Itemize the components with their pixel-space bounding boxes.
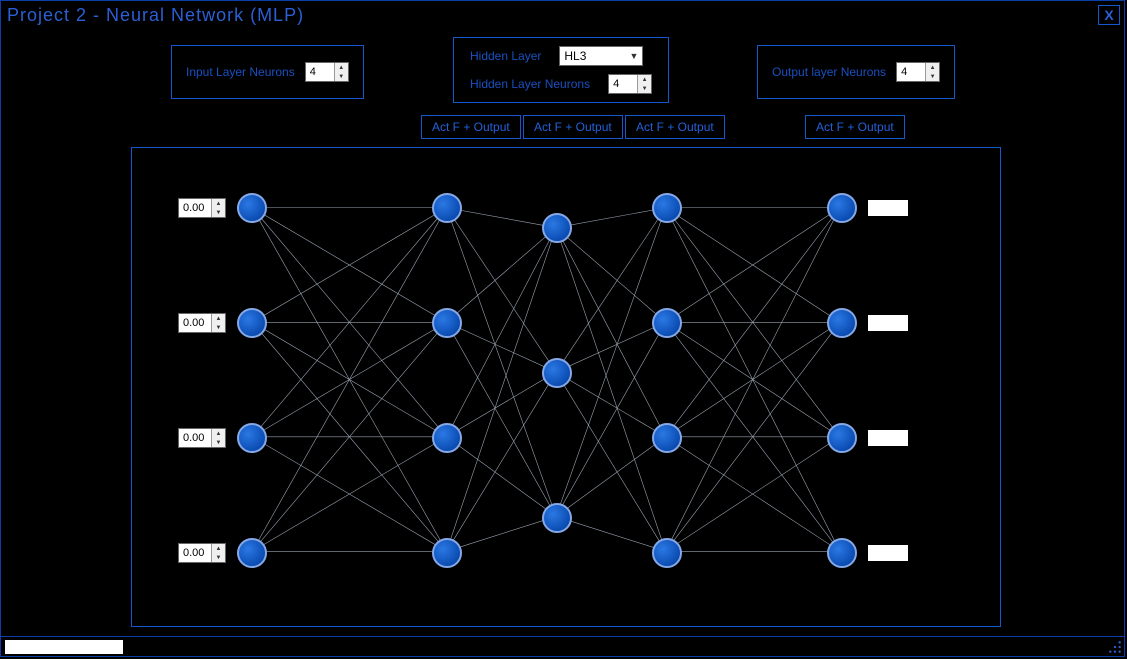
input-value-stepper-2[interactable]: ▲▼	[178, 313, 226, 333]
activation-button-1[interactable]: Act F + Output	[421, 115, 521, 139]
output-neuron-2[interactable]	[827, 308, 857, 338]
close-icon: X	[1104, 7, 1113, 23]
chevron-up-icon[interactable]: ▲	[638, 75, 651, 84]
input-neurons-field[interactable]	[306, 63, 334, 81]
hidden3-neuron-3[interactable]	[652, 423, 682, 453]
output-layer-label: Output layer Neurons	[772, 65, 886, 79]
chevron-down-icon[interactable]: ▼	[335, 72, 348, 81]
input-layer-label: Input Layer Neurons	[186, 65, 295, 79]
stepper-arrows[interactable]: ▲▼	[211, 199, 225, 217]
chevron-down-icon[interactable]: ▼	[212, 323, 225, 332]
hidden2-neuron-1[interactable]	[542, 213, 572, 243]
hidden-layer-panel: Hidden Layer HL3 ▼ Hidden Layer Neurons …	[453, 37, 669, 103]
output-value-display-2	[868, 315, 908, 331]
chevron-down-icon[interactable]: ▼	[212, 208, 225, 217]
hidden-layer-label: Hidden Layer	[470, 49, 541, 63]
hidden-neurons-stepper[interactable]: ▲ ▼	[608, 74, 652, 94]
hidden-layer-selected: HL3	[564, 49, 586, 63]
input-neuron-3[interactable]	[237, 423, 267, 453]
input-value-field-4[interactable]	[179, 544, 211, 562]
stepper-arrows[interactable]: ▲▼	[211, 544, 225, 562]
window-title: Project 2 - Neural Network (MLP)	[7, 5, 304, 26]
hidden1-neuron-3[interactable]	[432, 423, 462, 453]
chevron-up-icon[interactable]: ▲	[926, 63, 939, 72]
input-value-field-2[interactable]	[179, 314, 211, 332]
input-neurons-stepper[interactable]: ▲ ▼	[305, 62, 349, 82]
statusbar-item[interactable]	[5, 640, 123, 654]
chevron-down-icon[interactable]: ▼	[212, 553, 225, 562]
hidden3-neuron-1[interactable]	[652, 193, 682, 223]
input-layer-panel: Input Layer Neurons ▲ ▼	[171, 45, 364, 99]
hidden3-neuron-4[interactable]	[652, 538, 682, 568]
hidden3-neuron-2[interactable]	[652, 308, 682, 338]
chevron-up-icon[interactable]: ▲	[212, 314, 225, 323]
chevron-up-icon[interactable]: ▲	[212, 199, 225, 208]
input-neuron-4[interactable]	[237, 538, 267, 568]
output-neurons-field[interactable]	[897, 63, 925, 81]
stepper-arrows[interactable]: ▲▼	[211, 429, 225, 447]
output-value-display-1	[868, 200, 908, 216]
hidden2-neuron-3[interactable]	[542, 503, 572, 533]
activation-button-4[interactable]: Act F + Output	[805, 115, 905, 139]
chevron-up-icon[interactable]: ▲	[212, 544, 225, 553]
output-neurons-stepper[interactable]: ▲ ▼	[896, 62, 940, 82]
hidden-neurons-field[interactable]	[609, 75, 637, 93]
close-button[interactable]: X	[1098, 5, 1120, 25]
output-value-display-3	[868, 430, 908, 446]
resize-grip-icon[interactable]	[1108, 640, 1122, 654]
chevron-down-icon: ▼	[629, 51, 638, 61]
output-neuron-3[interactable]	[827, 423, 857, 453]
hidden1-neuron-4[interactable]	[432, 538, 462, 568]
chevron-down-icon[interactable]: ▼	[638, 84, 651, 93]
input-neuron-1[interactable]	[237, 193, 267, 223]
input-neuron-2[interactable]	[237, 308, 267, 338]
titlebar: Project 2 - Neural Network (MLP)	[1, 1, 1124, 29]
chevron-up-icon[interactable]: ▲	[335, 63, 348, 72]
chevron-down-icon[interactable]: ▼	[926, 72, 939, 81]
statusbar	[1, 636, 1124, 656]
activation-button-2[interactable]: Act F + Output	[523, 115, 623, 139]
output-neuron-1[interactable]	[827, 193, 857, 223]
app-window: Project 2 - Neural Network (MLP) X Input…	[0, 0, 1125, 657]
output-layer-panel: Output layer Neurons ▲ ▼	[757, 45, 955, 99]
stepper-arrows[interactable]: ▲ ▼	[334, 63, 348, 81]
chevron-up-icon[interactable]: ▲	[212, 429, 225, 438]
stepper-arrows[interactable]: ▲ ▼	[637, 75, 651, 93]
input-value-field-3[interactable]	[179, 429, 211, 447]
input-value-stepper-3[interactable]: ▲▼	[178, 428, 226, 448]
input-value-stepper-4[interactable]: ▲▼	[178, 543, 226, 563]
output-value-display-4	[868, 545, 908, 561]
chevron-down-icon[interactable]: ▼	[212, 438, 225, 447]
network-canvas: ▲▼▲▼▲▼▲▼	[131, 147, 1001, 627]
activation-button-3[interactable]: Act F + Output	[625, 115, 725, 139]
hidden2-neuron-2[interactable]	[542, 358, 572, 388]
activation-buttons-row: Act F + OutputAct F + OutputAct F + Outp…	[1, 115, 1124, 143]
input-value-field-1[interactable]	[179, 199, 211, 217]
input-value-stepper-1[interactable]: ▲▼	[178, 198, 226, 218]
stepper-arrows[interactable]: ▲ ▼	[925, 63, 939, 81]
hidden-layer-select[interactable]: HL3 ▼	[559, 46, 643, 66]
output-neuron-4[interactable]	[827, 538, 857, 568]
hidden1-neuron-1[interactable]	[432, 193, 462, 223]
stepper-arrows[interactable]: ▲▼	[211, 314, 225, 332]
hidden-neurons-label: Hidden Layer Neurons	[470, 77, 590, 91]
hidden1-neuron-2[interactable]	[432, 308, 462, 338]
